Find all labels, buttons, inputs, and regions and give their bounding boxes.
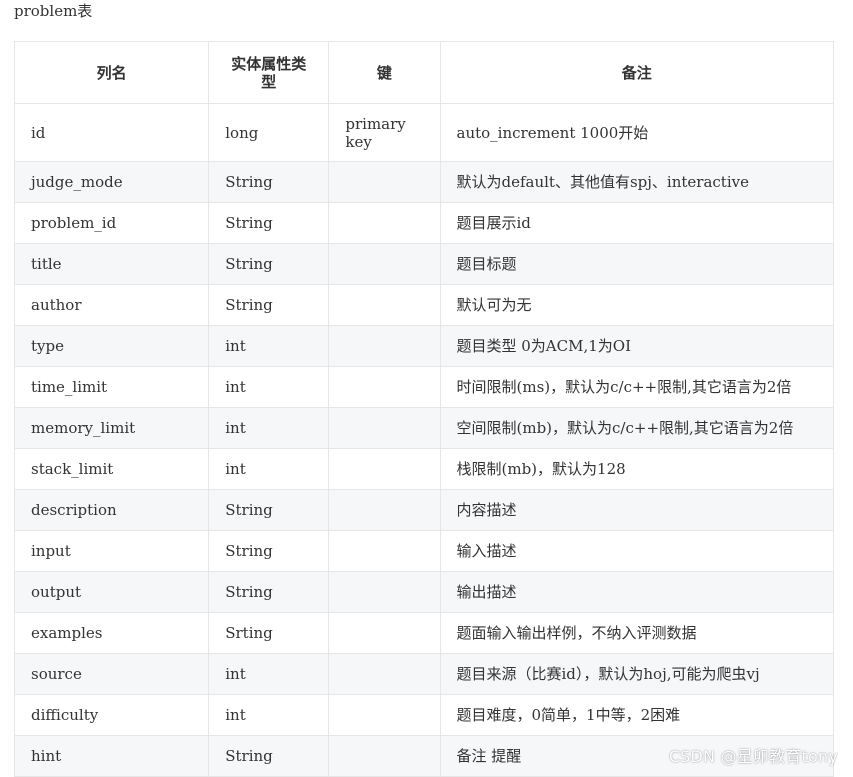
table-row: input String 输入描述 xyxy=(13,530,834,572)
table-row: type int 题目类型 0为ACM,1为OI xyxy=(13,325,834,367)
cell-note: 题目类型 0为ACM,1为OI xyxy=(439,325,834,367)
cell-entity-type: int xyxy=(208,694,330,736)
cell-column-name: output xyxy=(13,571,210,613)
cell-key: primary key xyxy=(328,103,441,162)
table-row: id long primary key auto_increment 1000开始 xyxy=(13,103,834,162)
cell-column-name: description xyxy=(13,489,210,531)
cell-note: 栈限制(mb)，默认为128 xyxy=(439,448,834,490)
cell-entity-type: Srting xyxy=(208,612,330,654)
cell-column-name: time_limit xyxy=(13,366,210,408)
cell-entity-type: String xyxy=(208,243,330,285)
cell-note: auto_increment 1000开始 xyxy=(439,103,834,162)
table-row: judge_mode String 默认为default、其他值有spj、inter… xyxy=(13,161,834,203)
cell-key xyxy=(328,612,441,654)
cell-column-name: id xyxy=(13,103,210,162)
cell-key xyxy=(328,407,441,449)
table-row: title String 题目标题 xyxy=(13,243,834,285)
cell-key xyxy=(328,530,441,572)
cell-key xyxy=(328,325,441,367)
table-row: output String 输出描述 xyxy=(13,571,834,613)
cell-entity-type: String xyxy=(208,489,330,531)
cell-key xyxy=(328,694,441,736)
table-row: time_limit int 时间限制(ms)，默认为c/c++限制,其它语言为2倍 xyxy=(13,366,834,408)
table-body: id long primary key auto_increment 1000开始 ju… xyxy=(13,103,834,777)
cell-column-name: stack_limit xyxy=(13,448,210,490)
header-row: 列名 实体属性类型 键 备注 xyxy=(13,41,834,104)
cell-column-name: source xyxy=(13,653,210,695)
cell-entity-type: long xyxy=(208,103,330,162)
cell-key xyxy=(328,571,441,613)
column-header-type: 实体属性类型 xyxy=(208,41,330,104)
cell-key xyxy=(328,161,441,203)
cell-entity-type: int xyxy=(208,325,330,367)
table-row: stack_limit int 栈限制(mb)，默认为128 xyxy=(13,448,834,490)
cell-key xyxy=(328,735,441,777)
column-header-note: 备注 xyxy=(439,41,834,104)
cell-key xyxy=(328,448,441,490)
cell-column-name: problem_id xyxy=(13,202,210,244)
cell-note: 题目来源（比赛id），默认为hoj,可能为爬虫vj xyxy=(439,653,834,695)
cell-note: 输入描述 xyxy=(439,530,834,572)
cell-key xyxy=(328,489,441,531)
cell-entity-type: String xyxy=(208,571,330,613)
cell-note: 默认可为无 xyxy=(439,284,834,326)
cell-column-name: memory_limit xyxy=(13,407,210,449)
cell-column-name: title xyxy=(13,243,210,285)
csdn-watermark: CSDN @星卯教育tony xyxy=(668,747,838,766)
table-row: author String 默认可为无 xyxy=(13,284,834,326)
cell-entity-type: String xyxy=(208,735,330,777)
cell-note: 题目标题 xyxy=(439,243,834,285)
table-row: problem_id String 题目展示id xyxy=(13,202,834,244)
cell-note: 空间限制(mb)，默认为c/c++限制,其它语言为2倍 xyxy=(439,407,834,449)
cell-column-name: hint xyxy=(13,735,210,777)
cell-note: 题目难度，0简单，1中等，2困难 xyxy=(439,694,834,736)
table-row: memory_limit int 空间限制(mb)，默认为c/c++限制,其它语言为… xyxy=(13,407,834,449)
cell-key xyxy=(328,202,441,244)
cell-key xyxy=(328,653,441,695)
cell-note: 题目展示id xyxy=(439,202,834,244)
table-header: 列名 实体属性类型 键 备注 xyxy=(13,41,834,104)
cell-entity-type: int xyxy=(208,407,330,449)
cell-entity-type: int xyxy=(208,366,330,408)
cell-column-name: difficulty xyxy=(13,694,210,736)
cell-key xyxy=(328,366,441,408)
cell-note: 默认为default、其他值有spj、interactive xyxy=(439,161,834,203)
cell-entity-type: int xyxy=(208,448,330,490)
cell-column-name: judge_mode xyxy=(13,161,210,203)
cell-entity-type: String xyxy=(208,161,330,203)
schema-table: 列名 实体属性类型 键 备注 id long primary key auto_inc… xyxy=(13,41,834,777)
cell-entity-type: String xyxy=(208,284,330,326)
table-row: source int 题目来源（比赛id），默认为hoj,可能为爬虫vj xyxy=(13,653,834,695)
cell-note: 题面输入输出样例，不纳入评测数据 xyxy=(439,612,834,654)
cell-note: 输出描述 xyxy=(439,571,834,613)
table-row: difficulty int 题目难度，0简单，1中等，2困难 xyxy=(13,694,834,736)
cell-key xyxy=(328,243,441,285)
cell-note: 时间限制(ms)，默认为c/c++限制,其它语言为2倍 xyxy=(439,366,834,408)
cell-column-name: author xyxy=(13,284,210,326)
cell-column-name: type xyxy=(13,325,210,367)
cell-key xyxy=(328,284,441,326)
column-header-name: 列名 xyxy=(13,41,210,104)
cell-entity-type: String xyxy=(208,202,330,244)
column-header-key: 键 xyxy=(328,41,441,104)
cell-note: 内容描述 xyxy=(439,489,834,531)
cell-column-name: input xyxy=(13,530,210,572)
table-row: description String 内容描述 xyxy=(13,489,834,531)
page-title: problem表 xyxy=(14,2,93,20)
cell-entity-type: String xyxy=(208,530,330,572)
table-row: examples Srting 题面输入输出样例，不纳入评测数据 xyxy=(13,612,834,654)
cell-entity-type: int xyxy=(208,653,330,695)
cell-column-name: examples xyxy=(13,612,210,654)
